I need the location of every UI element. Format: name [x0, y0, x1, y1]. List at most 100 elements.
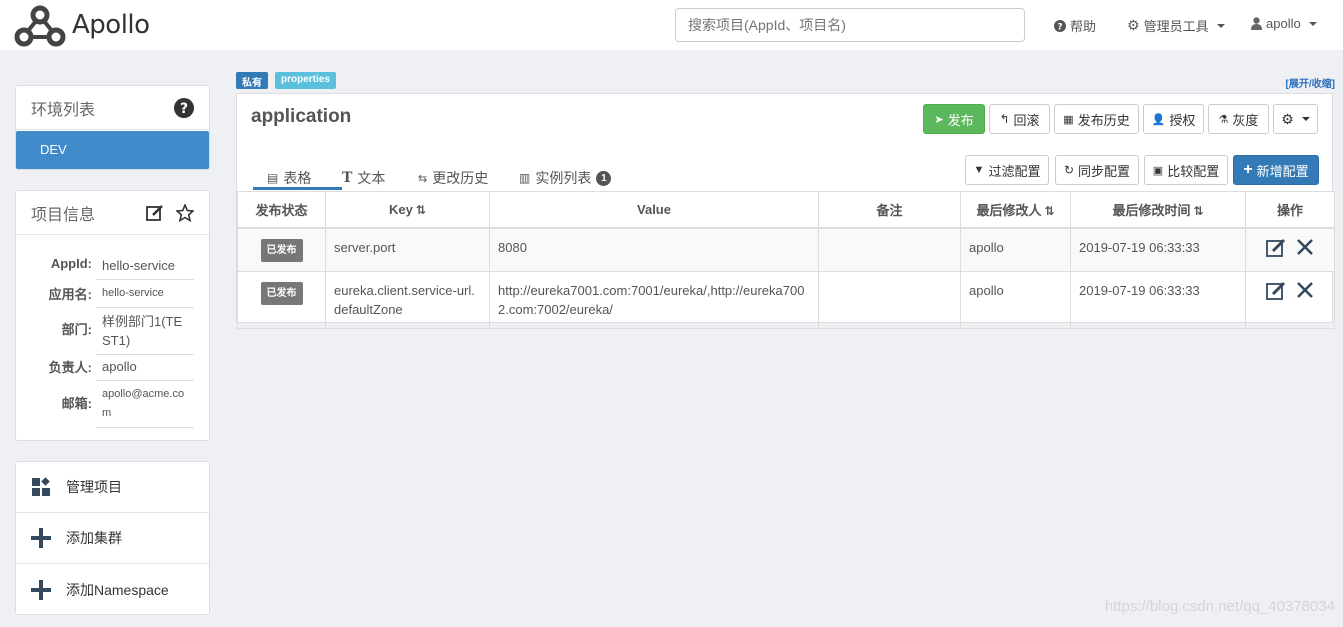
- admin-tools-label: 管理员工具: [1143, 19, 1209, 34]
- gray-release-label: 灰度: [1232, 112, 1259, 128]
- brand-name: Apollo: [72, 10, 150, 40]
- email-value: apollo@acme.com: [96, 385, 194, 428]
- private-tag: 私有: [236, 72, 268, 89]
- filter-config-label: 过滤配置: [988, 163, 1041, 179]
- rollback-button[interactable]: ↰ 回滚: [989, 104, 1050, 134]
- table-icon: ▤: [267, 171, 279, 185]
- namespace-panel: application ➤ 发布 ↰ 回滚 ▦ 发布历史 👤 授权 ⚗ 灰度 ⚙…: [236, 93, 1335, 329]
- value-cell: 8080: [489, 227, 819, 272]
- star-icon[interactable]: [176, 203, 194, 222]
- clipboard-icon: ▣: [1152, 164, 1164, 177]
- refresh-icon: ↻: [1063, 163, 1075, 177]
- help-link[interactable]: ? 帮助: [1054, 16, 1096, 35]
- column-header-comment: 备注: [818, 191, 961, 229]
- column-header-key[interactable]: Key ⇅: [325, 191, 490, 229]
- tab-change-history[interactable]: ⇆ 更改历史: [418, 166, 488, 190]
- column-header-modified-time[interactable]: 最后修改时间 ⇅: [1070, 191, 1246, 229]
- transfer-icon: ⇆: [418, 172, 428, 185]
- sort-icon[interactable]: ⇅: [1193, 204, 1203, 218]
- grant-button[interactable]: 👤 授权: [1143, 104, 1204, 134]
- compare-config-button[interactable]: ▣ 比较配置: [1144, 155, 1228, 185]
- published-badge: 已发布: [260, 238, 303, 262]
- column-header-status: 发布状态: [237, 191, 326, 229]
- add-config-button[interactable]: + 新增配置: [1233, 155, 1319, 185]
- caret-down-icon: [1216, 23, 1225, 28]
- modifier-cell: apollo: [960, 270, 1071, 329]
- app-name-value: hello-service: [96, 284, 194, 308]
- manage-project-button[interactable]: 管理项目: [16, 462, 209, 513]
- department-label: 部门:: [61, 322, 92, 337]
- project-info-header: 项目信息: [16, 191, 209, 235]
- info-row-department: 部门: 样例部门1(TEST1): [16, 312, 209, 355]
- column-header-modifier[interactable]: 最后修改人 ⇅: [960, 191, 1071, 229]
- plus-icon: +: [1243, 161, 1253, 178]
- user-menu-dropdown[interactable]: apollo: [1251, 16, 1317, 31]
- publish-button[interactable]: ➤ 发布: [923, 104, 985, 134]
- settings-dropdown-button[interactable]: ⚙: [1273, 104, 1318, 134]
- key-cell: eureka.client.service-url.defaultZone: [325, 270, 490, 329]
- svg-text:?: ?: [1057, 22, 1062, 32]
- publish-history-button[interactable]: ▦ 发布历史: [1054, 104, 1139, 134]
- edit-icon[interactable]: [1266, 281, 1286, 301]
- sort-icon[interactable]: ⇅: [416, 203, 426, 217]
- expand-collapse-link[interactable]: [展开/收缩]: [1286, 75, 1335, 90]
- flask-icon: ⚗: [1218, 113, 1229, 126]
- dashboard-icon: [16, 477, 66, 497]
- column-header-actions: 操作: [1245, 191, 1335, 229]
- list-icon: ▥: [519, 171, 531, 185]
- caret-down-icon: [1301, 117, 1310, 121]
- edit-icon[interactable]: [146, 204, 164, 222]
- actions-panel: 管理项目 添加集群 添加Namespace: [15, 461, 210, 615]
- actions-cell: [1245, 270, 1335, 329]
- appid-value: hello-service: [96, 256, 194, 280]
- gray-release-button[interactable]: ⚗ 灰度: [1208, 104, 1269, 134]
- modified-time-cell: 2019-07-19 06:33:33: [1070, 227, 1246, 272]
- value-cell: http://eureka7001.com:7001/eureka/,http:…: [489, 270, 819, 329]
- instance-count-badge: 1: [596, 170, 612, 186]
- user-icon: 👤: [1151, 113, 1166, 126]
- filter-config-button[interactable]: ▼ 过滤配置: [965, 155, 1049, 185]
- tab-text[interactable]: T 文本: [342, 166, 385, 190]
- compare-config-label: 比较配置: [1167, 163, 1220, 179]
- app-name-label: 应用名:: [48, 287, 92, 302]
- calendar-icon: ▦: [1063, 113, 1074, 126]
- modified-time-cell: 2019-07-19 06:33:33: [1070, 270, 1246, 329]
- question-circle-icon[interactable]: ?: [174, 97, 194, 118]
- format-tag: properties: [275, 72, 336, 89]
- namespace-title: application: [251, 106, 352, 127]
- delete-icon[interactable]: [1296, 238, 1314, 256]
- publish-label: 发布: [947, 112, 974, 128]
- modifier-cell: apollo: [960, 227, 1071, 272]
- edit-icon[interactable]: [1266, 238, 1286, 258]
- project-search-input[interactable]: [675, 8, 1025, 42]
- tab-change-history-label: 更改历史: [432, 170, 489, 186]
- add-namespace-button[interactable]: 添加Namespace: [16, 564, 209, 615]
- sync-config-button[interactable]: ↻ 同步配置: [1055, 155, 1139, 185]
- status-cell: 已发布: [237, 227, 326, 272]
- help-label: 帮助: [1070, 19, 1097, 34]
- owner-label: 负责人:: [48, 360, 92, 375]
- add-cluster-button[interactable]: 添加集群: [16, 513, 209, 564]
- env-item-dev[interactable]: DEV: [16, 131, 209, 169]
- rollback-label: 回滚: [1013, 112, 1040, 128]
- tab-instances[interactable]: ▥ 实例列表 1: [519, 166, 612, 190]
- apollo-logo[interactable]: Apollo: [14, 3, 150, 47]
- appid-label: AppId:: [50, 256, 92, 271]
- info-row-appid: AppId: hello-service: [16, 256, 209, 280]
- admin-tools-dropdown[interactable]: ⚙ 管理员工具: [1127, 16, 1225, 35]
- tab-instances-label: 实例列表: [535, 170, 592, 186]
- department-value: 样例部门1(TEST1): [96, 312, 194, 355]
- delete-icon[interactable]: [1296, 281, 1314, 299]
- sort-icon[interactable]: ⇅: [1044, 204, 1054, 218]
- project-info-title: 项目信息: [31, 206, 96, 224]
- gear-icon: ⚙: [1281, 110, 1294, 127]
- table-row: 已发布 eureka.client.service-url.defaultZon…: [237, 270, 1335, 329]
- status-cell: 已发布: [237, 270, 326, 329]
- table-row: 已发布 server.port 8080 apollo 2019-07-19 0…: [237, 227, 1335, 272]
- comment-cell: [818, 270, 961, 329]
- gear-icon: ⚙: [1127, 17, 1140, 33]
- config-table: 发布状态 Key ⇅ Value 备注 最后修改人 ⇅ 最后修改时间 ⇅ 操作 已发布…: [237, 191, 1335, 329]
- user-name: apollo: [1266, 16, 1301, 31]
- email-label: 邮箱:: [61, 396, 92, 411]
- publish-history-label: 发布历史: [1077, 112, 1130, 128]
